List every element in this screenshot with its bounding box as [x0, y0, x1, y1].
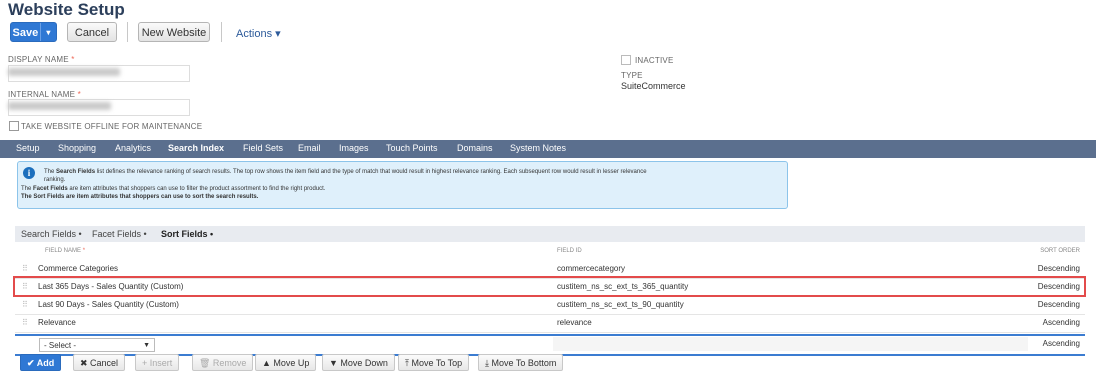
highlight-box [13, 276, 1086, 297]
sort-order-cell: Descending [1037, 264, 1080, 273]
field-id-cell: relevance [557, 318, 592, 327]
redacted-value [8, 68, 120, 76]
field-subtabs: Search Fields • Facet Fields • Sort Fiel… [15, 226, 1085, 242]
chevron-down-icon: ▼ [143, 342, 150, 349]
edit-row: - Select - ▼ Ascending [15, 334, 1085, 356]
field-id-cell: custitem_ns_sc_ext_ts_90_quantity [557, 300, 684, 309]
subtab-sort-fields[interactable]: Sort Fields • [161, 229, 213, 239]
insert-row-button[interactable]: + Insert [135, 354, 180, 371]
col-sort-order: SORT ORDER [1040, 248, 1080, 254]
toolbar-divider [221, 22, 222, 42]
actions-menu[interactable]: Actions ▾ [236, 27, 281, 40]
info-banner: i The Search Fields list defines the rel… [17, 161, 788, 209]
table-header: FIELD NAME * FIELD ID SORT ORDER [15, 244, 1085, 259]
info-line: The Facet Fields are item attributes tha… [21, 186, 326, 192]
tab-setup[interactable]: Setup [16, 143, 40, 153]
display-name-label: DISPLAY NAME * [8, 55, 75, 64]
field-id-cell: commercecategory [557, 264, 626, 273]
move-to-bottom-button[interactable]: ⤓ Move To Bottom [478, 354, 564, 371]
tab-domains[interactable]: Domains [457, 143, 493, 153]
drag-handle-icon[interactable]: ⠿ [22, 264, 28, 273]
add-row-button[interactable]: ✔ Add [20, 354, 62, 371]
info-icon: i [23, 167, 35, 179]
tab-system-notes[interactable]: System Notes [510, 143, 566, 153]
tab-images[interactable]: Images [339, 143, 369, 153]
offline-checkbox[interactable] [9, 121, 19, 131]
new-website-button[interactable]: New Website [138, 22, 210, 42]
subtab-search-fields[interactable]: Search Fields • [21, 229, 82, 239]
drag-handle-icon[interactable]: ⠿ [22, 300, 28, 309]
col-field-name: FIELD NAME * [45, 248, 86, 254]
info-line: The Sort Fields are item attributes that… [21, 194, 259, 200]
offline-label: TAKE WEBSITE OFFLINE FOR MAINTENANCE [21, 122, 203, 131]
move-down-button[interactable]: ▼ Move Down [322, 354, 395, 371]
info-line: The Search Fields list defines the relev… [44, 169, 647, 175]
inactive-checkbox[interactable] [621, 55, 631, 65]
type-label: TYPE [621, 71, 643, 80]
move-up-button[interactable]: ▲ Move Up [255, 354, 317, 371]
drag-handle-icon[interactable]: ⠿ [22, 318, 28, 327]
inactive-label: INACTIVE [635, 56, 674, 65]
save-button-label: Save [12, 27, 39, 39]
field-name-cell: Commerce Categories [38, 264, 119, 273]
table-row[interactable]: ⠿ Relevance relevance Ascending [15, 314, 1085, 333]
page-title: Website Setup [8, 0, 125, 19]
move-to-top-button[interactable]: ⤒ Move To Top [398, 354, 470, 371]
tab-shopping[interactable]: Shopping [58, 143, 96, 153]
table-row[interactable]: ⠿ Last 90 Days - Sales Quantity (Custom)… [15, 296, 1085, 315]
field-id-edit-cell [553, 337, 1028, 351]
subtab-bar: Setup Shopping Analytics Search Index Fi… [0, 140, 1096, 158]
field-name-select[interactable]: - Select - ▼ [39, 338, 155, 352]
sort-order-edit-cell[interactable]: Ascending [1043, 339, 1080, 348]
sort-order-cell: Descending [1037, 300, 1080, 309]
field-name-cell: Last 90 Days - Sales Quantity (Custom) [38, 300, 179, 309]
type-value: SuiteCommerce [621, 81, 686, 91]
remove-row-button[interactable]: 🗑 Remove [192, 354, 254, 371]
tab-search-index[interactable]: Search Index [168, 143, 224, 153]
save-button[interactable]: Save ▾ [10, 22, 57, 42]
subtab-facet-fields[interactable]: Facet Fields • [92, 229, 147, 239]
tab-analytics[interactable]: Analytics [115, 143, 151, 153]
sort-order-cell: Ascending [1042, 318, 1080, 327]
tab-email[interactable]: Email [298, 143, 321, 153]
tab-touch-points[interactable]: Touch Points [386, 143, 438, 153]
tab-field-sets[interactable]: Field Sets [243, 143, 283, 153]
field-name-cell: Relevance [38, 318, 76, 327]
save-dropdown-icon[interactable]: ▾ [39, 23, 56, 41]
toolbar-divider [127, 22, 128, 42]
redacted-value [8, 102, 111, 110]
cancel-row-button[interactable]: ✖ Cancel [73, 354, 126, 371]
cancel-button[interactable]: Cancel [67, 22, 117, 42]
info-line: ranking. [44, 177, 66, 183]
select-value: - Select - [44, 341, 77, 350]
internal-name-label: INTERNAL NAME * [8, 90, 81, 99]
col-field-id: FIELD ID [557, 248, 582, 254]
